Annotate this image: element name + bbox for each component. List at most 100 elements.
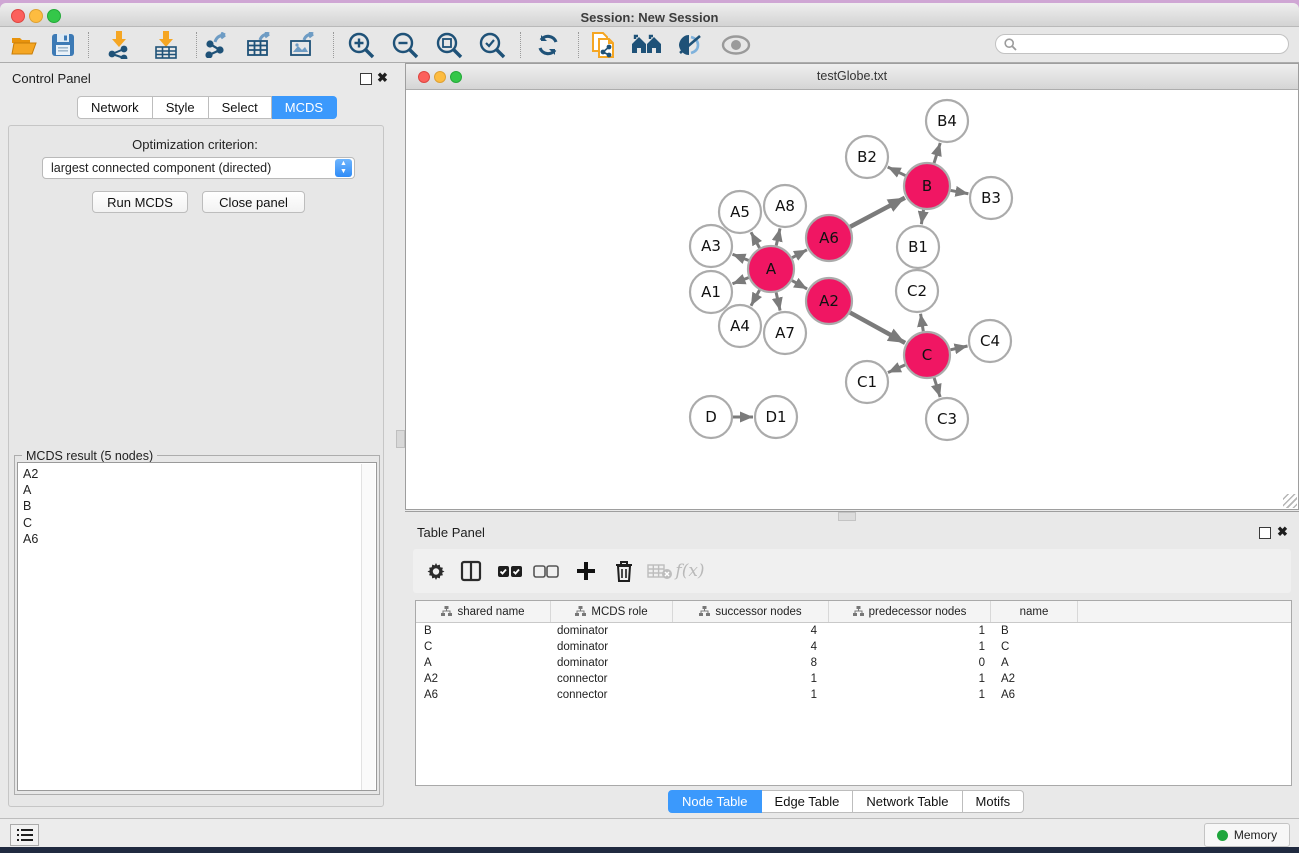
graph-edge-C-C1[interactable] (888, 365, 905, 373)
table-cell[interactable]: B (991, 625, 1078, 637)
column-header-shared-name[interactable]: shared name (416, 601, 551, 622)
table-settings-gear-icon[interactable] (421, 557, 451, 585)
tab-network[interactable]: Network (77, 96, 153, 119)
table-cell[interactable]: 0 (829, 657, 991, 669)
control-panel-close-icon[interactable]: ✖ (377, 73, 388, 83)
table-row[interactable]: Adominator80A (416, 655, 1291, 671)
table-cell[interactable]: A2 (991, 673, 1078, 685)
graph-edge-A-A1[interactable] (732, 278, 748, 284)
graph-edge-A-A7[interactable] (776, 292, 780, 310)
graph-edge-A-A2[interactable] (792, 281, 807, 289)
show-all-networks-icon[interactable] (631, 31, 663, 59)
table-cell[interactable]: C (991, 641, 1078, 653)
table-cell[interactable]: connector (551, 673, 673, 685)
table-row[interactable]: Cdominator41C (416, 639, 1291, 655)
zoom-selected-icon[interactable] (476, 31, 508, 59)
deselect-all-icon[interactable] (531, 557, 561, 585)
close-panel-button[interactable]: Close panel (202, 191, 305, 213)
tab-mcds[interactable]: MCDS (272, 96, 337, 119)
graph-edge-C-C4[interactable] (950, 346, 967, 350)
export-network-icon[interactable] (201, 31, 233, 59)
function-builder-icon[interactable]: f(x) (675, 557, 705, 585)
table-cell[interactable]: dominator (551, 625, 673, 637)
node-table[interactable]: shared name MCDS role successor nodes pr… (415, 600, 1292, 786)
import-table-icon[interactable] (150, 31, 182, 59)
graph-edge-A-A8[interactable] (776, 228, 780, 245)
tab-select[interactable]: Select (209, 96, 272, 119)
graph-edge-A-A3[interactable] (732, 254, 748, 260)
column-header-predecessor-nodes[interactable]: predecessor nodes (829, 601, 991, 622)
criterion-dropdown[interactable]: largest connected component (directed) ▲… (42, 157, 355, 179)
vertical-splitter-handle[interactable] (396, 430, 405, 448)
graph-edge-C-C3[interactable] (934, 378, 940, 397)
column-header-name[interactable]: name (991, 601, 1078, 622)
table-cell[interactable]: A (416, 657, 551, 669)
table-cell[interactable]: 1 (673, 673, 829, 685)
mcds-result-item[interactable]: C (23, 515, 38, 531)
graph-edge-B-B1[interactable] (921, 210, 923, 225)
tab-style[interactable]: Style (153, 96, 209, 119)
task-history-button[interactable] (10, 824, 39, 846)
network-window-titlebar[interactable]: testGlobe.txt (406, 64, 1298, 90)
main-titlebar[interactable]: Session: New Session (0, 3, 1299, 27)
network-graph-canvas[interactable]: B4B2BB3A8A5A6A3B1AC2A1A2A4A7C4CC1C3DD1 (406, 89, 1298, 509)
hide-graphics-details-icon[interactable] (674, 31, 706, 59)
delete-table-icon[interactable] (645, 557, 675, 585)
graph-edge-A-A4[interactable] (751, 290, 760, 306)
tab-network-table[interactable]: Network Table (853, 790, 962, 813)
graph-edge-A6-B[interactable] (850, 198, 905, 227)
show-graphics-details-icon[interactable] (720, 31, 752, 59)
table-cell[interactable]: 1 (673, 689, 829, 701)
mcds-result-list[interactable]: A2ABCA6 (17, 462, 377, 791)
table-cell[interactable]: 1 (829, 641, 991, 653)
export-table-icon[interactable] (244, 31, 276, 59)
clone-network-icon[interactable] (588, 31, 620, 59)
table-panel-close-icon[interactable]: ✖ (1277, 527, 1288, 537)
mcds-result-item[interactable]: A6 (23, 531, 38, 547)
table-cell[interactable]: A (991, 657, 1078, 669)
mcds-result-item[interactable]: A (23, 482, 38, 498)
tab-edge-table[interactable]: Edge Table (762, 790, 854, 813)
export-image-icon[interactable] (287, 31, 319, 59)
mcds-result-item[interactable]: A2 (23, 466, 38, 482)
horizontal-splitter-handle[interactable] (838, 512, 856, 521)
save-session-icon[interactable] (47, 31, 79, 59)
search-input[interactable] (995, 34, 1289, 54)
select-all-icon[interactable] (495, 557, 525, 585)
table-cell[interactable]: dominator (551, 657, 673, 669)
zoom-fit-icon[interactable] (433, 31, 465, 59)
tab-node-table[interactable]: Node Table (668, 790, 762, 813)
table-cell[interactable]: 1 (829, 673, 991, 685)
graph-edge-A-A6[interactable] (792, 250, 807, 258)
graph-edge-B-B4[interactable] (934, 143, 940, 163)
graph-edge-B-B2[interactable] (888, 167, 906, 176)
table-cell[interactable]: 1 (829, 625, 991, 637)
run-mcds-button[interactable]: Run MCDS (92, 191, 188, 213)
graph-edge-A2-C[interactable] (850, 313, 905, 343)
table-cell[interactable]: A2 (416, 673, 551, 685)
graph-edge-A-A5[interactable] (751, 232, 760, 248)
column-header-successor-nodes[interactable]: successor nodes (673, 601, 829, 622)
add-column-icon[interactable] (571, 557, 601, 585)
graph-edge-B-B3[interactable] (951, 190, 969, 193)
graph-edge-C-C2[interactable] (921, 314, 924, 332)
table-cell[interactable]: 8 (673, 657, 829, 669)
list-scrollbar[interactable] (361, 464, 375, 790)
table-cell[interactable]: 4 (673, 641, 829, 653)
table-row[interactable]: Bdominator41B (416, 623, 1291, 639)
table-cell[interactable]: 4 (673, 625, 829, 637)
refresh-icon[interactable] (532, 31, 564, 59)
table-cell[interactable]: C (416, 641, 551, 653)
table-cell[interactable]: A6 (416, 689, 551, 701)
table-row[interactable]: A2connector11A2 (416, 671, 1291, 687)
control-panel-float-icon[interactable] (360, 73, 372, 85)
table-cell[interactable]: B (416, 625, 551, 637)
table-cell[interactable]: dominator (551, 641, 673, 653)
table-row[interactable]: A6connector11A6 (416, 687, 1291, 703)
tab-motifs[interactable]: Motifs (963, 790, 1025, 813)
column-header-mcds-role[interactable]: MCDS role (551, 601, 673, 622)
table-panel-float-icon[interactable] (1259, 527, 1271, 539)
window-resize-grip[interactable] (1283, 494, 1297, 508)
table-cell[interactable]: 1 (829, 689, 991, 701)
column-panel-icon[interactable] (456, 557, 486, 585)
